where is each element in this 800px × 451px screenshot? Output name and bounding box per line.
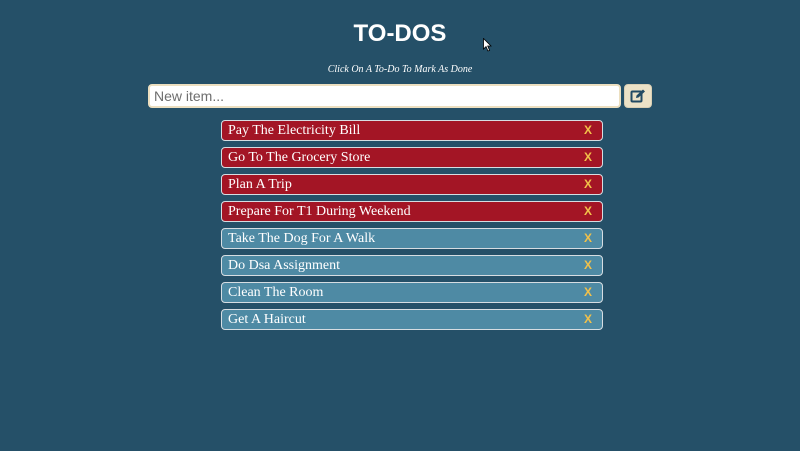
todo-text: Pay The Electricity Bill xyxy=(228,123,361,138)
delete-todo-button[interactable]: X xyxy=(584,310,592,329)
delete-todo-button[interactable]: X xyxy=(584,175,592,194)
todo-text: Go To The Grocery Store xyxy=(228,150,371,165)
add-item-button[interactable] xyxy=(624,84,652,108)
page-subtitle: Click On A To-Do To Mark As Done xyxy=(327,64,473,75)
delete-todo-button[interactable]: X xyxy=(584,229,592,248)
todo-item[interactable]: Pay The Electricity Bill X xyxy=(221,120,603,141)
mouse-cursor-icon xyxy=(483,38,492,52)
delete-todo-button[interactable]: X xyxy=(584,256,592,275)
new-item-input[interactable] xyxy=(148,84,621,108)
todo-item[interactable]: Prepare For T1 During Weekend X xyxy=(221,201,603,222)
todo-item[interactable]: Plan A Trip X xyxy=(221,174,603,195)
delete-todo-button[interactable]: X xyxy=(584,202,592,221)
todo-item[interactable]: Go To The Grocery Store X xyxy=(221,147,603,168)
new-item-form xyxy=(148,84,652,108)
todo-item[interactable]: Take The Dog For A Walk X xyxy=(221,228,603,249)
todo-item[interactable]: Get A Haircut X xyxy=(221,309,603,330)
todo-text: Clean The Room xyxy=(228,285,324,300)
todo-item[interactable]: Clean The Room X xyxy=(221,282,603,303)
todo-list: Pay The Electricity Bill X Go To The Gro… xyxy=(221,120,603,336)
delete-todo-button[interactable]: X xyxy=(584,283,592,302)
todo-text: Do Dsa Assignment xyxy=(228,258,340,273)
delete-todo-button[interactable]: X xyxy=(584,121,592,140)
todo-text: Prepare For T1 During Weekend xyxy=(228,204,411,219)
todo-text: Take The Dog For A Walk xyxy=(228,231,376,246)
page-title: TO-DOS xyxy=(353,20,447,47)
pencil-square-icon xyxy=(630,89,645,103)
todo-item[interactable]: Do Dsa Assignment X xyxy=(221,255,603,276)
todo-text: Plan A Trip xyxy=(228,177,292,192)
delete-todo-button[interactable]: X xyxy=(584,148,592,167)
todo-text: Get A Haircut xyxy=(228,312,306,327)
